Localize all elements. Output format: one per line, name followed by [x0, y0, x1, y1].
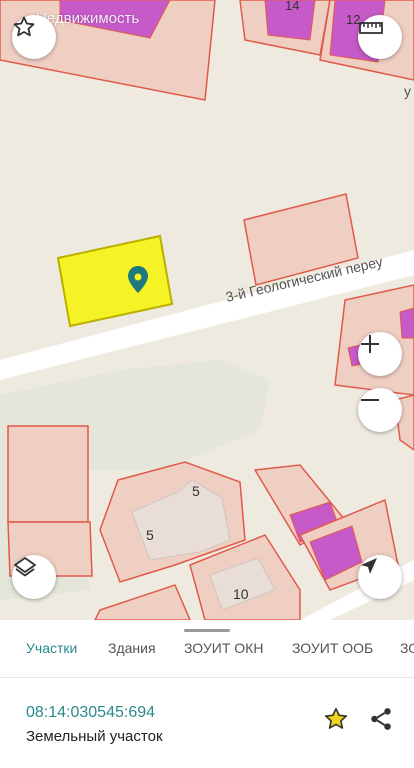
- parcel-boundary: [7, 425, 89, 523]
- parcel-type: Земельный участок: [26, 728, 163, 745]
- favorite-map-button[interactable]: [12, 15, 56, 59]
- star-icon: [324, 707, 348, 729]
- sheet-drag-handle[interactable]: [184, 629, 230, 632]
- layers-icon: [14, 557, 36, 577]
- ruler-icon: [359, 22, 383, 34]
- tab-buildings[interactable]: Здания: [108, 640, 156, 656]
- tab-parcels[interactable]: Участки: [26, 640, 77, 656]
- tab-zouit-okn[interactable]: ЗОУИТ ОКН: [184, 640, 263, 656]
- map-view[interactable]: 3-й Геологический переу у 14 12 5 5 10 Н…: [0, 0, 414, 620]
- share-button[interactable]: [368, 706, 394, 737]
- ruler-button[interactable]: [358, 15, 402, 59]
- category-tabs: Участки Здания ЗОУИТ ОКН ЗОУИТ ООБ ЗО: [0, 620, 414, 678]
- favorite-button[interactable]: [323, 706, 349, 737]
- star-outline-icon: [13, 16, 35, 37]
- navigation-arrow-icon: [361, 558, 377, 574]
- layers-button[interactable]: [12, 555, 56, 599]
- app-root: 3-й Геологический переу у 14 12 5 5 10 Н…: [0, 0, 414, 768]
- cadastral-map: 3-й Геологический переу у 14 12 5 5 10: [0, 0, 414, 620]
- locate-button[interactable]: [358, 555, 402, 599]
- parcel-boundary: [94, 584, 191, 620]
- zoom-in-button[interactable]: [358, 332, 402, 376]
- street-label-cut: у: [404, 83, 411, 99]
- house-number: 14: [285, 0, 299, 13]
- house-number: 5: [146, 527, 154, 543]
- zoom-out-button[interactable]: [358, 388, 402, 432]
- minus-icon: [361, 399, 379, 401]
- building: [399, 307, 414, 339]
- house-number: 5: [192, 483, 200, 499]
- cadastral-number[interactable]: 08:14:030545:694: [26, 704, 155, 722]
- tab-zouit-oob[interactable]: ЗОУИТ ООБ: [292, 640, 373, 656]
- tab-zo-cut[interactable]: ЗО: [400, 640, 414, 656]
- house-number: 10: [233, 586, 249, 602]
- plus-icon: [361, 335, 379, 353]
- share-icon: [371, 708, 391, 730]
- selected-parcel[interactable]: [56, 234, 174, 328]
- parcel-info-panel[interactable]: 08:14:030545:694 Земельный участок: [0, 678, 414, 768]
